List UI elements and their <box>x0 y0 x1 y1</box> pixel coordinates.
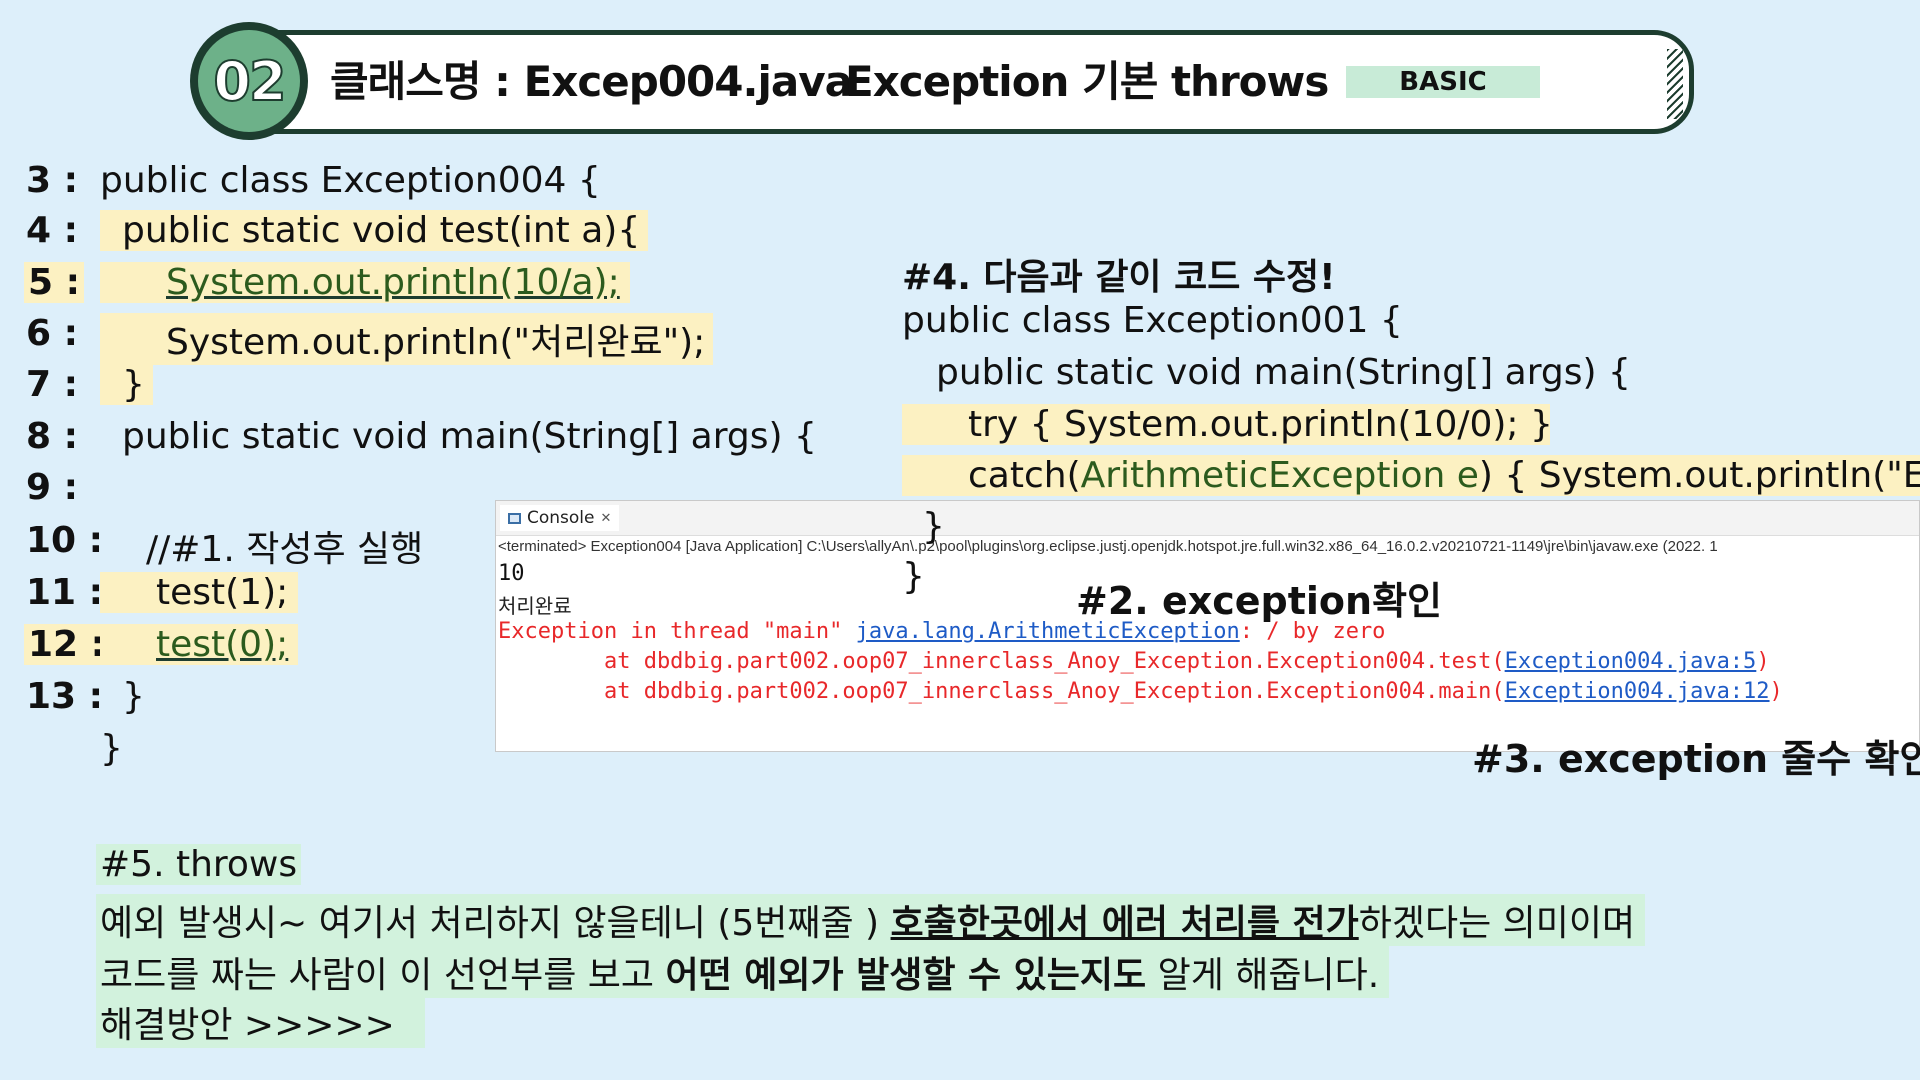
notes-text: 하겠다는 의미이며 <box>1358 903 1636 944</box>
code-line: public static void main(String[] args) { <box>936 352 1631 393</box>
code-line: } <box>902 556 925 597</box>
line-number: 13 : <box>26 676 104 717</box>
console-icon <box>508 512 521 524</box>
console-status-line: <terminated> Exception004 [Java Applicat… <box>498 538 1718 555</box>
line-number-highlighted: 12 : <box>24 624 110 665</box>
console-output-line: 처리완료 <box>498 594 572 618</box>
notes-emphasis: 어떤 예외가 발생할 수 있는지도 <box>665 955 1147 996</box>
line-number: 9 : <box>26 467 78 508</box>
code-line: } <box>100 728 123 769</box>
code-line: public class Exception001 { <box>902 300 1403 341</box>
code-text: ) { System.out.println("E <box>1478 455 1920 496</box>
tab-label: Console <box>527 508 595 528</box>
code-line: } <box>922 506 945 547</box>
line-number: 7 : <box>26 364 78 405</box>
line-number: 4 : <box>26 210 78 251</box>
code-comment: //#1. 작성후 실행 <box>146 529 424 570</box>
level-badge: BASIC <box>1346 66 1540 98</box>
code-line: public static void test(int a){ <box>100 210 649 251</box>
line-number: 10 : <box>26 520 104 561</box>
class-name-title: 클래스명 : Excep004.java <box>330 57 853 106</box>
console-output-line: 10 <box>498 561 525 586</box>
banner-hatch-decoration <box>1667 49 1683 119</box>
console-tabbar: Console ✕ <box>496 501 1919 536</box>
exception-type: ArithmeticException e <box>1080 455 1479 496</box>
error-text: Exception in thread "main" <box>498 619 856 644</box>
notes-line: 코드를 짜는 사람이 이 선언부를 보고 어떤 예외가 발생할 수 있는지도 알… <box>96 946 1390 998</box>
stack-text: at dbdbig.part002.oop07_innerclass_Anoy_… <box>498 649 1505 674</box>
code-line: test(1); <box>100 572 299 613</box>
notes-line: 해결방안 >>>>> <box>96 996 425 1048</box>
tab-console[interactable]: Console ✕ <box>500 505 620 531</box>
code-line-highlighted: catch(ArithmeticException e) { System.ou… <box>902 455 1920 496</box>
code-line-highlighted: System.out.println(10/a); <box>100 262 630 303</box>
stack-text: at dbdbig.part002.oop07_innerclass_Anoy_… <box>498 679 1505 704</box>
notes-title: #5. throws <box>96 844 302 885</box>
code-line-highlighted: try { System.out.println(10/0); } <box>902 404 1553 445</box>
close-icon[interactable]: ✕ <box>601 511 612 526</box>
code-line-highlighted: test(0); <box>100 624 299 665</box>
notes-line: 예외 발생시~ 여기서 처리하지 않을테니 (5번째줄 ) 호출한곳에서 에러 … <box>96 894 1646 946</box>
annotation-step2: #2. exception확인 <box>1076 579 1442 623</box>
notes-emphasis: 호출한곳에서 에러 처리를 전가 <box>890 903 1359 944</box>
code-line: public class Exception004 { <box>100 160 601 201</box>
code-line: public static void main(String[] args) { <box>122 416 817 457</box>
code-line: System.out.println("처리완료"); <box>100 313 714 365</box>
section-number: 02 <box>198 30 300 132</box>
annotation-step3: #3. exception 줄수 확인 <box>1472 737 1920 781</box>
code-line-text: System.out.println(10/a); <box>166 262 620 303</box>
code-line-text: test(0); <box>156 624 289 665</box>
source-link[interactable]: Exception004.java:12 <box>1505 679 1770 704</box>
code-line: } <box>100 364 153 405</box>
line-number: 3 : <box>26 160 78 201</box>
line-number: 6 : <box>26 313 78 354</box>
stack-text: ) <box>1756 649 1770 674</box>
stack-trace-line: at dbdbig.part002.oop07_innerclass_Anoy_… <box>498 649 1770 674</box>
notes-text: 예외 발생시~ 여기서 처리하지 않을테니 (5번째줄 ) <box>100 903 891 944</box>
instruction-heading: #4. 다음과 같이 코드 수정! <box>902 257 1336 298</box>
stack-trace-line: at dbdbig.part002.oop07_innerclass_Anoy_… <box>498 679 1783 704</box>
source-link[interactable]: Exception004.java:5 <box>1505 649 1757 674</box>
line-number-highlighted: 5 : <box>24 262 84 303</box>
console-panel: Console ✕ <terminated> Exception004 [Jav… <box>495 500 1920 752</box>
notes-text: 알게 해줍니다. <box>1146 955 1380 996</box>
code-text: catch( <box>968 455 1081 496</box>
line-number: 11 : <box>26 572 104 613</box>
topic-title: Exception 기본 throws <box>845 57 1329 106</box>
line-number: 8 : <box>26 416 78 457</box>
notes-text: 코드를 짜는 사람이 이 선언부를 보고 <box>100 955 666 996</box>
stack-text: ) <box>1769 679 1783 704</box>
code-line: } <box>122 676 145 717</box>
